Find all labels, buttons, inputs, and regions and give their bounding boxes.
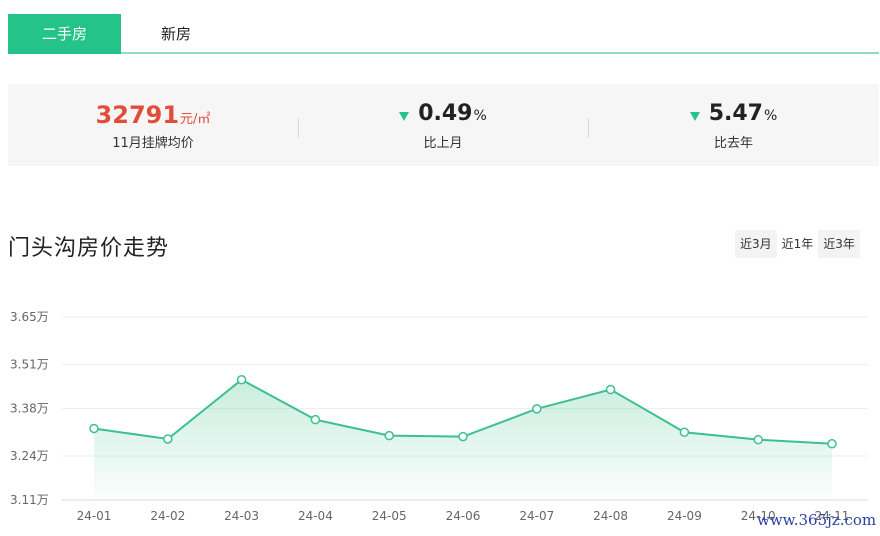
- house-type-tabs: 二手房 新房: [8, 14, 879, 54]
- x-tick-label: 24-02: [150, 509, 185, 523]
- x-tick-label: 24-03: [224, 509, 259, 523]
- avg-price-unit: 元/㎡: [180, 112, 211, 127]
- data-point: [827, 438, 837, 449]
- data-point: [605, 384, 616, 395]
- data-point: [310, 414, 321, 425]
- x-tick-label: 24-09: [667, 509, 702, 523]
- x-tick-label: 24-04: [298, 509, 333, 523]
- month-change-value: 0.49: [418, 101, 473, 126]
- year-change-value: 5.47: [708, 101, 763, 126]
- price-trend-svg: 3.65万 3.51万 3.38万 3.24万 3.11万 24-01 24-02 24-03…: [10, 310, 868, 523]
- data-point: [753, 434, 763, 445]
- chart-title: 门头沟房价走势: [8, 236, 170, 261]
- x-tick-label: 24-01: [77, 509, 112, 523]
- y-tick-label: 3.24万: [10, 449, 49, 463]
- down-triangle-icon: [689, 111, 700, 121]
- data-point: [236, 374, 247, 385]
- x-tick-label: 24-06: [446, 509, 481, 523]
- range-1-year-button[interactable]: 近1年: [776, 230, 819, 258]
- data-point: [458, 431, 468, 442]
- y-tick-label: 3.51万: [10, 357, 49, 371]
- range-3-years-button[interactable]: 近3年: [818, 230, 860, 258]
- x-tick-label: 24-08: [593, 509, 628, 523]
- x-tick-label: 24-07: [519, 509, 554, 523]
- year-change-label: 比去年: [713, 136, 753, 151]
- data-point: [163, 434, 173, 444]
- month-change-stat: 0.49 % 比上月: [298, 84, 588, 166]
- price-stats-panel: 32791 元/㎡ 11月挂牌均价 0.49 % 比上月 5.47 % 比去年: [8, 84, 879, 166]
- y-tick-label: 3.38万: [10, 402, 49, 416]
- range-3-months-button[interactable]: 近3月: [735, 230, 777, 258]
- month-change-unit: %: [473, 108, 487, 124]
- x-tick-label: 24-05: [372, 509, 407, 523]
- price-trend-chart: 3.65万 3.51万 3.38万 3.24万 3.11万 24-01 24-02 24-03…: [0, 295, 880, 536]
- time-range-selector: 近3月 近1年 近3年: [735, 230, 860, 258]
- y-tick-label: 3.65万: [10, 310, 49, 324]
- avg-price-value: 32791: [95, 101, 180, 129]
- watermark: www.365jz.com: [757, 511, 877, 529]
- year-change-stat: 5.47 % 比去年: [588, 84, 879, 166]
- avg-price-label: 11月挂牌均价: [112, 136, 194, 151]
- month-change-label: 比上月: [423, 136, 463, 151]
- tab-second-hand[interactable]: 二手房: [8, 14, 121, 54]
- tab-new-house[interactable]: 新房: [121, 14, 231, 54]
- data-point: [89, 423, 99, 434]
- data-point: [532, 404, 542, 414]
- down-triangle-icon: [399, 111, 410, 121]
- data-point: [679, 427, 690, 437]
- y-tick-label: 3.11万: [10, 493, 49, 507]
- year-change-unit: %: [763, 108, 778, 124]
- data-point: [384, 430, 394, 441]
- avg-price-stat: 32791 元/㎡ 11月挂牌均价: [8, 84, 298, 166]
